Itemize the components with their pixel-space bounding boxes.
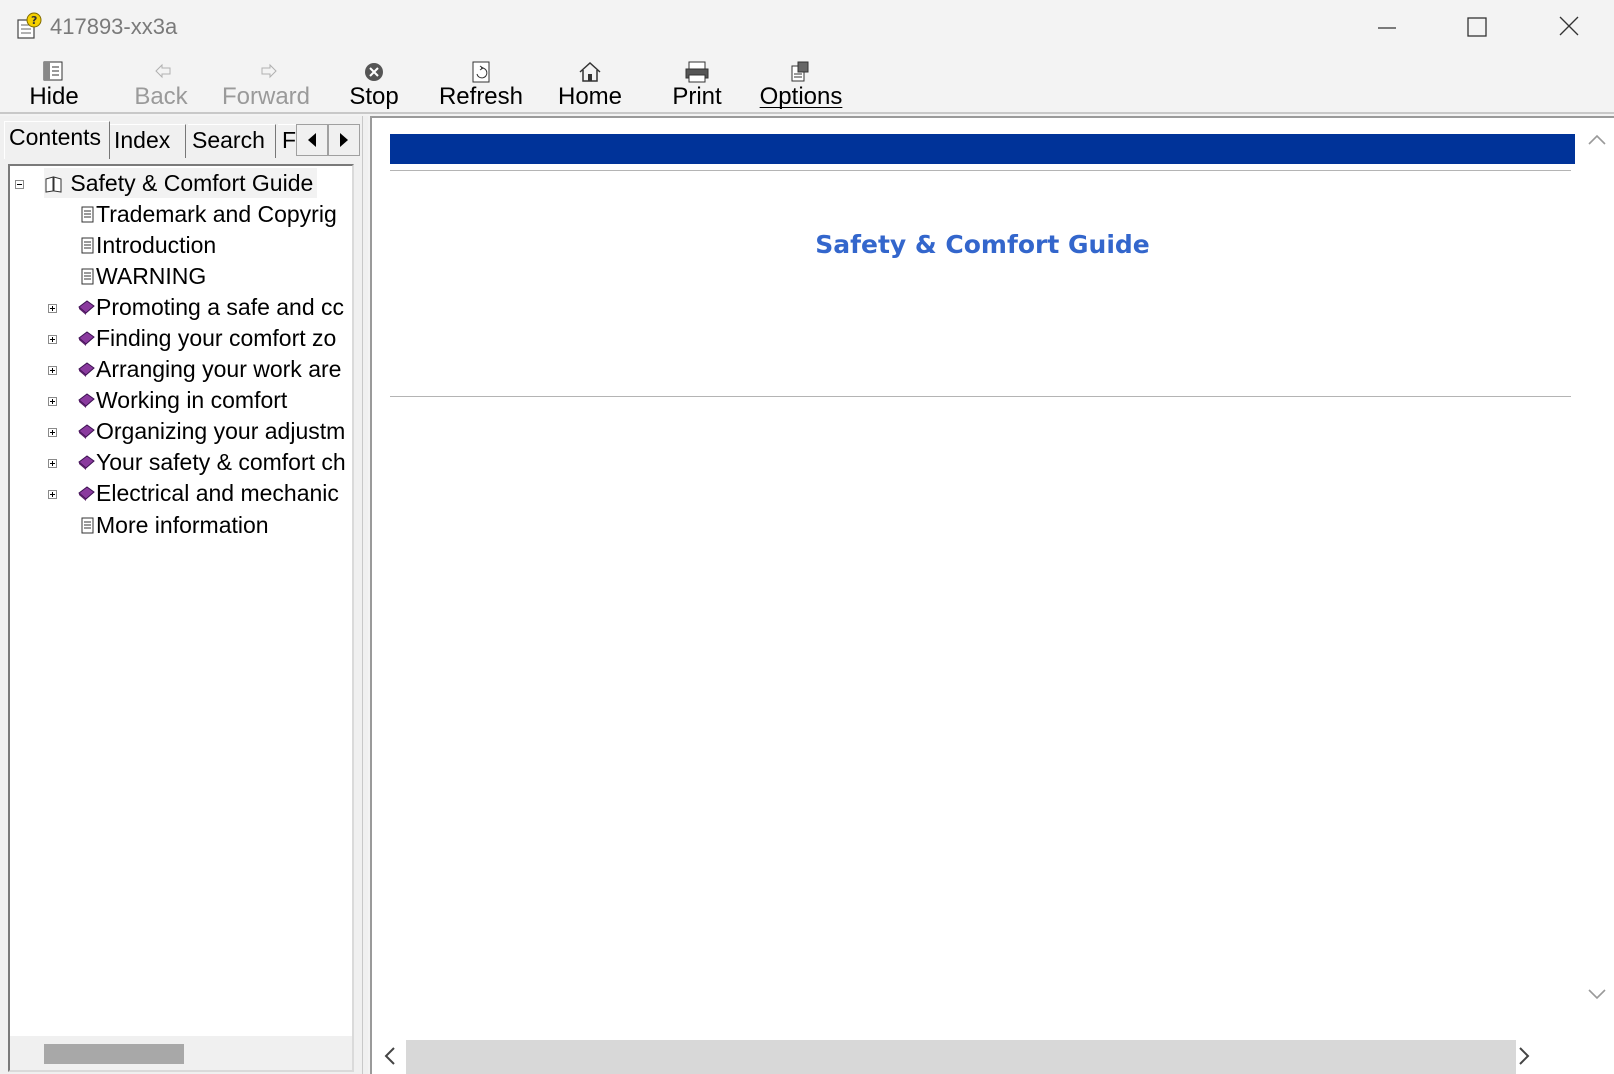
tree-item-more-information[interactable]: More information [80, 510, 269, 540]
home-button[interactable]: Home [554, 56, 626, 112]
minimize-button[interactable] [1364, 8, 1410, 48]
stop-button[interactable]: Stop [346, 56, 402, 112]
triangle-left-icon [308, 133, 316, 147]
vertical-scrollbar[interactable] [1580, 118, 1614, 1038]
tree-item-electrical[interactable]: Electrical and mechanic [76, 478, 339, 508]
stop-icon [365, 63, 383, 81]
expand-icon[interactable] [48, 335, 57, 344]
tree-item-arranging[interactable]: Arranging your work are [76, 354, 341, 384]
tree-item-promoting[interactable]: Promoting a safe and cc [76, 292, 344, 322]
closed-book-icon [78, 362, 95, 377]
tree-item-checklist[interactable]: Your safety & comfort ch [76, 447, 346, 477]
scrollbar-thumb[interactable] [406, 1040, 1516, 1074]
back-button[interactable]: Back [126, 56, 196, 112]
scroll-up-icon[interactable] [1580, 124, 1614, 154]
print-button[interactable]: Print [668, 56, 726, 112]
content-pane: Safety & Comfort Guide [370, 116, 1614, 1074]
tab-contents[interactable]: Contents [4, 121, 110, 159]
pane-splitter[interactable] [362, 116, 368, 1074]
printer-icon [685, 61, 709, 83]
tab-scroll-right-button[interactable] [328, 124, 360, 156]
maximize-button[interactable] [1454, 8, 1500, 48]
options-button[interactable]: Options [758, 56, 844, 112]
page-icon [81, 206, 94, 223]
refresh-button[interactable]: Refresh [436, 56, 526, 112]
expand-icon[interactable] [48, 490, 57, 499]
tree-item-trademark[interactable]: Trademark and Copyrig [80, 199, 337, 229]
tab-favorites[interactable]: F [278, 124, 298, 158]
divider [390, 396, 1571, 397]
close-button[interactable] [1546, 8, 1592, 48]
closed-book-icon [78, 393, 95, 408]
scroll-right-icon[interactable] [1510, 1038, 1540, 1074]
forward-arrow-icon [261, 63, 277, 79]
back-arrow-icon [155, 63, 171, 79]
tab-scroll-left-button[interactable] [296, 124, 328, 156]
title-bar: ? 417893-xx3a [0, 0, 1614, 56]
toolbar: Hide Back Forward Stop Refresh Home Prin… [0, 56, 1614, 114]
home-icon [579, 61, 601, 82]
nav-tabs: Contents Index Search F [0, 116, 362, 160]
forward-button[interactable]: Forward [218, 56, 314, 112]
expand-icon[interactable] [48, 366, 57, 375]
tree-item-introduction[interactable]: Introduction [80, 230, 216, 260]
hide-pane-icon [43, 61, 63, 81]
page-title: Safety & Comfort Guide [815, 230, 1150, 259]
expand-icon[interactable] [48, 428, 57, 437]
collapse-icon[interactable] [15, 180, 24, 189]
expand-icon[interactable] [48, 397, 57, 406]
hide-button[interactable]: Hide [22, 56, 86, 112]
expand-icon[interactable] [48, 459, 57, 468]
horizontal-scrollbar[interactable] [372, 1038, 1582, 1074]
scroll-down-icon[interactable] [1580, 978, 1614, 1008]
closed-book-icon [78, 331, 95, 346]
tree-item-warning[interactable]: WARNING [80, 261, 206, 291]
svg-text:?: ? [31, 14, 37, 27]
maximize-icon [1467, 17, 1487, 37]
help-file-icon: ? [17, 12, 42, 39]
closed-book-icon [78, 455, 95, 470]
open-book-icon [45, 176, 62, 193]
tree-item-root[interactable]: Safety & Comfort Guide [44, 168, 318, 198]
tree-item-organizing[interactable]: Organizing your adjustm [76, 416, 345, 446]
tree-horizontal-scrollbar[interactable] [10, 1036, 352, 1070]
page-icon [81, 268, 94, 285]
tree-item-working[interactable]: Working in comfort [76, 385, 287, 415]
contents-tree: Safety & Comfort Guide Trademark and Cop… [8, 164, 354, 1072]
expand-icon[interactable] [48, 304, 57, 313]
navigation-pane: Contents Index Search F Safety & Comfort… [0, 116, 362, 1074]
page-icon [81, 517, 94, 534]
scrollbar-thumb[interactable] [44, 1044, 184, 1064]
closed-book-icon [78, 486, 95, 501]
refresh-icon [472, 61, 490, 83]
options-icon [791, 61, 809, 82]
window-title: 417893-xx3a [50, 14, 178, 39]
scroll-left-icon[interactable] [374, 1038, 404, 1074]
triangle-right-icon [340, 133, 348, 147]
closed-book-icon [78, 424, 95, 439]
minimize-icon [1378, 27, 1396, 29]
page-icon [81, 237, 94, 254]
tab-index[interactable]: Index [110, 124, 186, 158]
tree-item-finding[interactable]: Finding your comfort zo [76, 323, 336, 353]
closed-book-icon [78, 300, 95, 315]
tab-search[interactable]: Search [188, 124, 276, 158]
close-icon [1559, 16, 1579, 36]
divider [390, 170, 1571, 171]
header-bar [390, 134, 1575, 164]
